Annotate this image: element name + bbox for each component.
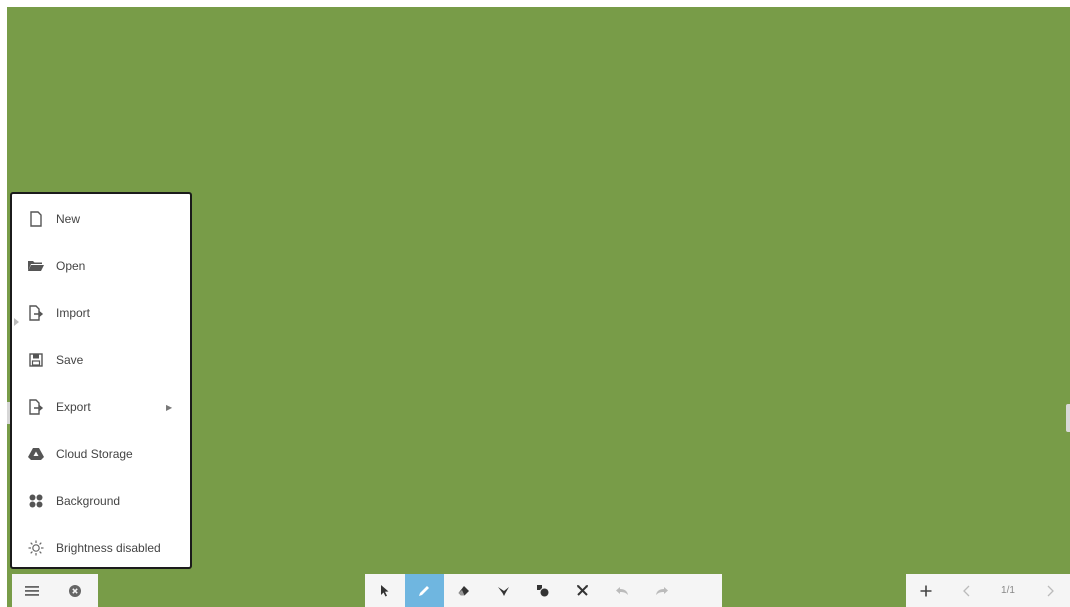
page-indicator-wrap: 1/1	[986, 574, 1030, 607]
pen-icon	[417, 584, 431, 598]
eraser-icon	[457, 585, 471, 597]
shapes-icon	[536, 584, 550, 598]
menu-item-label: Brightness disabled	[56, 541, 161, 555]
chevron-right-icon	[1047, 585, 1054, 597]
shapes-tool-button[interactable]	[523, 574, 563, 607]
save-icon	[26, 350, 46, 370]
clear-tool-button[interactable]	[563, 574, 603, 607]
menu-item-brightness[interactable]: Brightness disabled	[12, 528, 190, 568]
tools-toolbar	[365, 574, 722, 607]
pen-tool-button[interactable]	[404, 574, 445, 607]
clear-icon	[576, 584, 589, 597]
menu-item-label: Export	[56, 400, 91, 414]
menu-item-label: Save	[56, 353, 84, 367]
import-icon	[26, 303, 46, 323]
next-page-button[interactable]	[1030, 574, 1070, 607]
redo-icon	[655, 586, 669, 596]
close-menu-button[interactable]	[52, 574, 98, 607]
export-icon	[26, 397, 46, 417]
background-icon	[26, 491, 46, 511]
menu-button[interactable]	[12, 574, 52, 607]
new-file-icon	[26, 209, 46, 229]
menu-item-label: Open	[56, 259, 86, 273]
close-circle-icon	[69, 584, 81, 597]
bottom-left-bar	[12, 574, 98, 607]
folder-open-icon	[26, 256, 46, 276]
submenu-arrow-icon: ▶	[166, 402, 173, 412]
hamburger-menu-icon	[25, 585, 39, 596]
lasso-icon	[497, 585, 511, 597]
eraser-tool-button[interactable]	[444, 574, 484, 607]
select-tool-button[interactable]	[365, 574, 405, 607]
page-navigation-bar: 1/1	[906, 574, 1070, 607]
undo-icon	[615, 586, 629, 596]
file-menu: New Open Import Save Export ▶ Cloud Stor…	[10, 192, 192, 569]
undo-button[interactable]	[603, 574, 643, 607]
menu-item-open[interactable]: Open	[12, 246, 190, 286]
add-page-button[interactable]	[906, 574, 946, 607]
menu-item-background[interactable]: Background	[12, 481, 190, 521]
chevron-left-icon	[962, 585, 970, 597]
menu-item-label: Cloud Storage	[56, 447, 133, 461]
redo-button[interactable]	[642, 574, 682, 607]
menu-item-new[interactable]: New	[12, 199, 190, 239]
menu-item-label: Background	[56, 494, 121, 508]
previous-page-button[interactable]	[946, 574, 986, 607]
menu-item-label: New	[56, 212, 81, 226]
plus-icon	[920, 585, 932, 597]
cloud-drive-icon	[26, 444, 46, 464]
brightness-icon	[26, 538, 46, 558]
menu-item-save[interactable]: Save	[12, 340, 190, 380]
menu-item-label: Import	[56, 306, 91, 320]
select-icon	[380, 584, 390, 597]
collapse-arrow-icon[interactable]	[14, 318, 19, 326]
page-indicator: 1/1	[1001, 585, 1015, 596]
menu-item-cloud-storage[interactable]: Cloud Storage	[12, 434, 190, 474]
menu-item-export[interactable]: Export ▶	[12, 387, 190, 427]
lasso-tool-button[interactable]	[484, 574, 524, 607]
menu-item-import[interactable]: Import	[12, 293, 190, 333]
right-edge-handle[interactable]	[1066, 404, 1070, 432]
